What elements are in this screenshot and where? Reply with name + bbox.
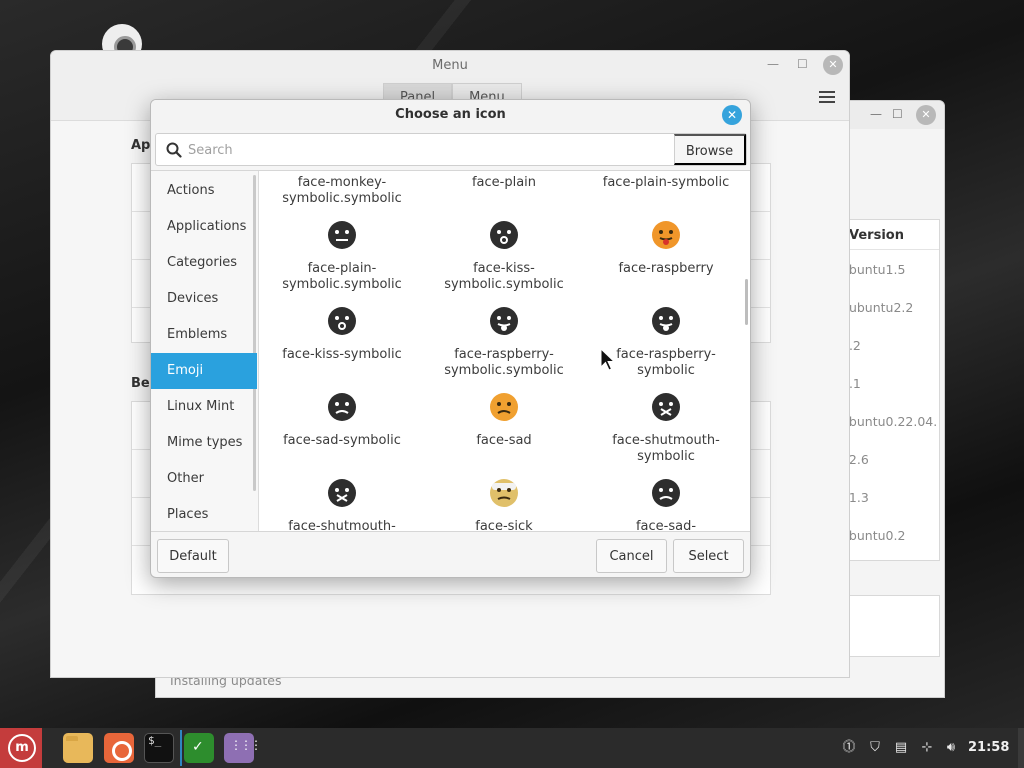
close-icon[interactable]: ✕ bbox=[916, 105, 936, 125]
show-desktop-button[interactable] bbox=[1018, 728, 1024, 768]
table-cell[interactable]: ubuntu0.2 bbox=[847, 528, 905, 543]
category-item[interactable]: Devices bbox=[151, 281, 257, 317]
window-title: Menu bbox=[432, 58, 468, 73]
category-item[interactable]: Emblems bbox=[151, 317, 257, 353]
category-item[interactable]: Mime types bbox=[151, 425, 257, 461]
icon-label: face-shutmouth- symbolic.symbolic bbox=[288, 519, 396, 531]
dialog-body: Actions Applications Categories Devices Embl… bbox=[151, 170, 750, 532]
maximize-icon[interactable]: ☐ bbox=[892, 107, 903, 121]
search-input[interactable] bbox=[188, 138, 668, 162]
category-item[interactable]: Linux Mint bbox=[151, 389, 257, 425]
icon-grid-item[interactable]: face-raspberry bbox=[583, 219, 749, 309]
icon-label: face-plain bbox=[471, 175, 537, 190]
table-cell[interactable]: 1ubuntu2.2 bbox=[847, 300, 913, 315]
table-cell[interactable]: ubuntu0.22.04. bbox=[847, 414, 937, 429]
icon-label: face-kiss-symbolic bbox=[282, 347, 402, 362]
firefox-icon[interactable] bbox=[104, 733, 134, 763]
mouse-cursor-icon bbox=[600, 348, 616, 371]
shield-tray-icon[interactable]: ⛉ bbox=[866, 739, 884, 757]
face-shutmouth-icon bbox=[326, 477, 358, 509]
files-icon[interactable] bbox=[63, 733, 93, 763]
icon-grid-item[interactable]: face-shutmouth- symbolic bbox=[583, 391, 749, 481]
choose-icon-dialog: Choose an icon ✕ Browse ActionsApplicati… bbox=[150, 99, 751, 578]
shield-icon[interactable] bbox=[184, 733, 214, 763]
icon-label: face-plain-symbolic bbox=[602, 175, 730, 190]
update-description-box bbox=[848, 595, 940, 657]
icon-label: face-raspberry bbox=[618, 261, 714, 276]
category-item[interactable]: Actions bbox=[151, 173, 257, 209]
face-raspberry-icon bbox=[488, 305, 520, 337]
category-list: Actions Applications Categories Devices Embl… bbox=[151, 171, 259, 531]
face-raspberry-color-icon bbox=[650, 219, 682, 251]
icon-label: face-kiss- symbolic.symbolic bbox=[444, 261, 564, 292]
select-button[interactable]: Select bbox=[673, 539, 744, 573]
dialog-footer: Default Cancel Select bbox=[151, 532, 750, 577]
face-kiss-icon bbox=[488, 219, 520, 251]
icon-grid: face-monkey- symbolic.symbolic face-plain… bbox=[259, 171, 750, 531]
active-window-indicator bbox=[180, 730, 182, 766]
mint-menu-button[interactable]: m bbox=[0, 728, 42, 768]
app-grid-icon[interactable] bbox=[224, 733, 260, 763]
volume-icon[interactable]: 🔊︎ bbox=[942, 739, 960, 757]
terminal-icon[interactable]: $_ bbox=[144, 733, 174, 763]
updates-table: Version ubuntu1.5 1ubuntu2.2 5.2 1.1 ubu… bbox=[846, 219, 940, 561]
clipboard-icon[interactable]: ▤ bbox=[892, 739, 910, 757]
face-sick-color-icon bbox=[488, 477, 520, 509]
mint-menu-icon: m bbox=[8, 734, 36, 762]
menu-titlebar[interactable]: Menu — ☐ ✕ bbox=[51, 51, 849, 79]
dialog-title: Choose an icon bbox=[151, 100, 750, 130]
maximize-icon[interactable]: ☐ bbox=[797, 57, 808, 71]
update-notice-icon[interactable]: ⓵ bbox=[840, 739, 858, 757]
icon-grid-item[interactable]: face-sad- symbolic.symbolic bbox=[583, 477, 749, 531]
hamburger-menu-icon[interactable] bbox=[819, 91, 835, 106]
category-item[interactable]: Places bbox=[151, 497, 257, 531]
close-icon[interactable]: ✕ bbox=[823, 55, 843, 75]
face-sad-color-icon bbox=[488, 391, 520, 423]
icon-label: face-sad- symbolic.symbolic bbox=[635, 519, 697, 531]
cancel-button[interactable]: Cancel bbox=[596, 539, 667, 573]
icon-grid-item[interactable]: face-plain- symbolic.symbolic bbox=[259, 219, 425, 309]
default-button[interactable]: Default bbox=[157, 539, 229, 573]
face-kiss-icon bbox=[326, 305, 358, 337]
face-sad-icon bbox=[326, 391, 358, 423]
category-item[interactable]: Applications bbox=[151, 209, 257, 245]
search-icon bbox=[166, 142, 182, 158]
icon-label: face-sick bbox=[475, 519, 533, 531]
table-cell[interactable]: ubuntu1.5 bbox=[847, 262, 905, 277]
face-shutmouth-icon bbox=[650, 391, 682, 423]
category-item[interactable]: Other bbox=[151, 461, 257, 497]
icon-grid-item[interactable]: face-shutmouth- symbolic.symbolic bbox=[259, 477, 425, 531]
icon-label: face-monkey- symbolic.symbolic bbox=[282, 175, 402, 206]
minimize-icon[interactable]: — bbox=[767, 57, 779, 71]
face-raspberry-icon bbox=[650, 305, 682, 337]
icon-label: face-sad-symbolic bbox=[283, 433, 401, 448]
icon-grid-item[interactable]: face-sad-symbolic bbox=[259, 391, 425, 481]
network-icon[interactable]: ⊹ bbox=[918, 739, 936, 757]
icon-label: face-raspberry- symbolic.symbolic bbox=[444, 347, 564, 378]
icon-grid-item[interactable]: face-kiss-symbolic bbox=[259, 305, 425, 395]
icon-label: face-sad bbox=[476, 433, 532, 448]
icon-grid-item[interactable]: face-raspberry- symbolic.symbolic bbox=[421, 305, 587, 395]
icon-label: face-plain- symbolic.symbolic bbox=[282, 261, 402, 292]
browse-button[interactable]: Browse bbox=[674, 134, 746, 165]
search-bar: Browse bbox=[155, 133, 747, 166]
icon-grid-item[interactable]: face-sad bbox=[421, 391, 587, 481]
dialog-close-icon[interactable]: ✕ bbox=[722, 105, 742, 125]
icon-label: face-shutmouth- symbolic bbox=[612, 433, 720, 464]
category-item[interactable]: Categories bbox=[151, 245, 257, 281]
minimize-icon[interactable]: — bbox=[870, 107, 882, 121]
category-item[interactable]: Emoji bbox=[151, 353, 257, 389]
taskbar: m $_ ⓵ ⛉ ▤ ⊹ 🔊︎ 21:58 bbox=[0, 728, 1024, 768]
clock[interactable]: 21:58 bbox=[968, 740, 1009, 755]
face-sad-icon bbox=[650, 477, 682, 509]
version-column-header[interactable]: Version bbox=[847, 220, 939, 250]
icon-grid-item[interactable]: face-kiss- symbolic.symbolic bbox=[421, 219, 587, 309]
face-plain-icon bbox=[326, 219, 358, 251]
icon-grid-item[interactable]: face-sick bbox=[421, 477, 587, 531]
